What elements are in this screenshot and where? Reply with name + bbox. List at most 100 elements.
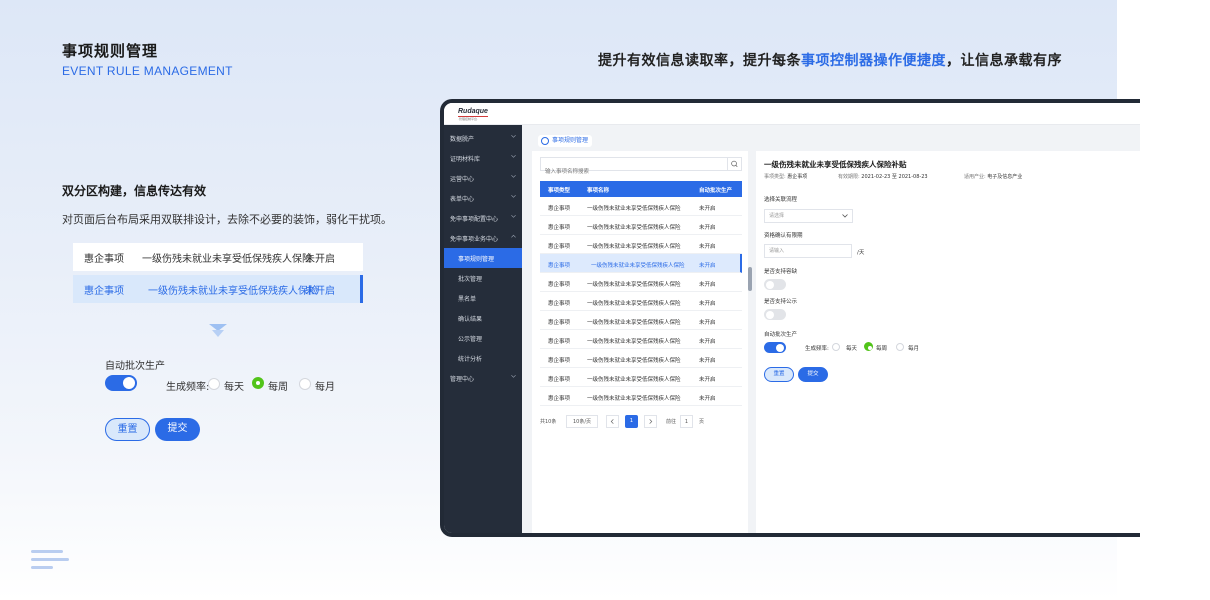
- confirm-period-input[interactable]: 请输入: [764, 244, 852, 258]
- cell-status: 未开启: [699, 244, 716, 250]
- sidebar-item-data[interactable]: 数据脱产: [444, 128, 522, 148]
- header-type: 事项类型: [548, 188, 571, 194]
- chevron-right-icon[interactable]: [644, 415, 657, 428]
- cell-name: 一级伤残未就业未享受低保残疾人保险: [587, 206, 681, 212]
- table-row-selected[interactable]: 惠企事项 一级伤残未就业未享受低保残疾人保险 未开启: [540, 254, 742, 273]
- demo-radio-daily[interactable]: [208, 378, 220, 390]
- demo-reset-button[interactable]: 重置: [105, 418, 150, 441]
- demo-row-status: 未开启: [305, 253, 335, 265]
- sidebar-item-label: 免申事项配置中心: [450, 216, 499, 223]
- demo-auto-batch-toggle[interactable]: [105, 375, 137, 391]
- radio-weekly[interactable]: [864, 342, 873, 351]
- demo-option-daily: 每天: [224, 382, 244, 393]
- tolerance-toggle[interactable]: [764, 279, 786, 290]
- table-row[interactable]: 惠企事项 一级伤残未就业未享受低保残疾人保险 未开启: [540, 330, 742, 349]
- option-weekly: 每周: [876, 346, 888, 352]
- chevron-down-icon: [511, 195, 516, 198]
- sidebar-item-label: 证明材料库: [450, 156, 481, 163]
- cell-name: 一级伤残未就业未享受低保残疾人保险: [587, 282, 681, 288]
- sidebar-item-operations[interactable]: 运营中心: [444, 168, 522, 188]
- detail-meta-period: 有效期限: 2021-02-23 至 2021-08-23: [838, 173, 928, 180]
- tolerance-label: 是否支持容缺: [764, 269, 798, 275]
- table-row[interactable]: 惠企事项 一级伤残未就业未享受低保残疾人保险 未开启: [540, 349, 742, 368]
- cell-type: 惠企事项: [548, 263, 571, 269]
- tab-event-rules[interactable]: 事项规则管理: [538, 135, 593, 147]
- panel-resize-handle[interactable]: [748, 267, 752, 291]
- meta-industry-value: 电子及信息产业: [987, 174, 1023, 180]
- cell-status: 未开启: [699, 263, 716, 269]
- sidebar-item-materials[interactable]: 证明材料库: [444, 148, 522, 168]
- radio-monthly[interactable]: [896, 343, 904, 351]
- sidebar-item-confirm-results[interactable]: 确认结果: [444, 308, 522, 328]
- toggle-knob: [766, 280, 774, 289]
- demo-row-status: 未开启: [305, 285, 335, 297]
- cell-name: 一级伤残未就业未享受低保残疾人保险: [587, 301, 681, 307]
- reset-button[interactable]: 重置: [764, 367, 794, 382]
- demo-radio-monthly[interactable]: [299, 378, 311, 390]
- headline-highlight: 事项控制器操作便捷度: [801, 53, 946, 69]
- table-row[interactable]: 惠企事项 一级伤残未就业未享受低保残疾人保险 未开启: [540, 292, 742, 311]
- demo-row-name: 一级伤残未就业未享受低保残疾人保险: [142, 253, 312, 265]
- cell-type: 惠企事项: [548, 244, 571, 250]
- demo-radio-weekly[interactable]: [252, 377, 264, 389]
- table-row[interactable]: 惠企事项 一级伤残未就业未享受低保残疾人保险 未开启: [540, 368, 742, 387]
- meta-type-value: 惠企事项: [787, 174, 808, 180]
- sidebar-item-label: 运营中心: [450, 176, 475, 183]
- submit-button[interactable]: 提交: [798, 367, 828, 382]
- cell-type: 惠企事项: [548, 339, 571, 345]
- publicity-toggle[interactable]: [764, 309, 786, 320]
- page-number-current[interactable]: 1: [625, 415, 638, 428]
- search-icon[interactable]: [727, 158, 741, 170]
- section-title: 双分区构建，信息传达有效: [62, 184, 207, 198]
- sidebar-item-batches[interactable]: 批次管理: [444, 268, 522, 288]
- sidebar-item-forms[interactable]: 表单中心: [444, 188, 522, 208]
- sidebar-item-management[interactable]: 管理中心: [444, 368, 522, 388]
- cell-status: 未开启: [699, 225, 716, 231]
- sidebar-item-label: 管理中心: [450, 376, 475, 383]
- sidebar-item-label: 免申事项业务中心: [450, 236, 499, 243]
- tab-label: 事项规则管理: [552, 137, 589, 144]
- sidebar: 数据脱产 证明材料库 运营中心 表单中心 免申事项配置中心 免申事项业务中心 事…: [444, 125, 522, 533]
- table-row[interactable]: 惠企事项 一级伤残未就业未享受低保残疾人保险 未开启: [540, 197, 742, 216]
- deco-line: [31, 558, 69, 561]
- sidebar-item-label: 数据脱产: [450, 136, 475, 143]
- table-row[interactable]: 惠企事项 一级伤残未就业未享受低保残疾人保险 未开启: [540, 273, 742, 292]
- pagination: 共10条 10条/页 1 前往 1 页: [540, 415, 750, 429]
- sidebar-item-statistics[interactable]: 统计分析: [444, 348, 522, 368]
- table-row[interactable]: 惠企事项 一级伤残未就业未享受低保残疾人保险 未开启: [540, 387, 742, 406]
- table-row[interactable]: 惠企事项 一级伤残未就业未享受低保残疾人保险 未开启: [540, 311, 742, 330]
- chevron-down-icon: [511, 155, 516, 158]
- headline: 提升有效信息读取率，提升每条事项控制器操作便捷度，让信息承载有序: [598, 50, 1062, 70]
- demo-auto-batch-label: 自动批次生产: [105, 361, 165, 372]
- cell-status: 未开启: [699, 282, 716, 288]
- sidebar-item-label: 公示管理: [458, 336, 483, 343]
- page-title: 事项规则管理: [62, 42, 159, 60]
- deco-line: [31, 550, 63, 553]
- demo-option-weekly: 每周: [268, 382, 288, 393]
- chevron-down-icon: [209, 324, 227, 337]
- search-box: [540, 157, 742, 178]
- sidebar-item-publicity[interactable]: 公示管理: [444, 328, 522, 348]
- auto-batch-toggle[interactable]: [764, 342, 786, 353]
- radio-daily[interactable]: [832, 343, 840, 351]
- pagination-goto-input[interactable]: 1: [680, 415, 693, 428]
- sidebar-item-business-center[interactable]: 免申事项业务中心: [444, 228, 522, 248]
- flow-select[interactable]: 请选择: [764, 209, 853, 223]
- demo-frequency-label: 生成频率:: [166, 382, 210, 393]
- section-description: 对页面后台布局采用双联排设计，去除不必要的装饰，弱化干扰项。: [62, 213, 392, 226]
- demo-submit-button[interactable]: 提交: [155, 418, 200, 441]
- sidebar-item-event-rules[interactable]: 事项规则管理: [444, 248, 522, 268]
- chevron-left-icon[interactable]: [606, 415, 619, 428]
- cell-status: 未开启: [699, 320, 716, 326]
- cell-name: 一级伤残未就业未享受低保残疾人保险: [587, 377, 681, 383]
- app-topbar: Rudaque ·管理控制平台·: [444, 103, 1140, 125]
- sidebar-item-config-center[interactable]: 免申事项配置中心: [444, 208, 522, 228]
- sidebar-item-label: 统计分析: [458, 356, 483, 363]
- page-size-select[interactable]: 10条/页: [566, 415, 598, 428]
- sidebar-item-blacklist[interactable]: 黑名单: [444, 288, 522, 308]
- table-row[interactable]: 惠企事项 一级伤残未就业未享受低保残疾人保险 未开启: [540, 216, 742, 235]
- table-row[interactable]: 惠企事项 一级伤残未就业未享受低保残疾人保险 未开启: [540, 235, 742, 254]
- frequency-label: 生成频率:: [805, 346, 829, 352]
- chevron-down-icon: [511, 135, 516, 138]
- search-input[interactable]: [541, 166, 721, 178]
